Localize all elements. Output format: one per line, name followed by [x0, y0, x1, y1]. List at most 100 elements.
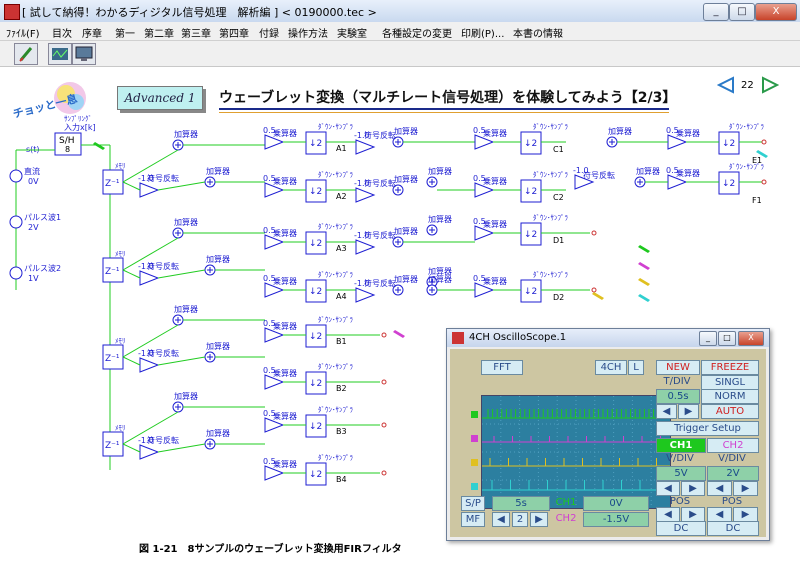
- downsampler-block-label: ↓2: [309, 422, 322, 432]
- ch1-pos-right-button[interactable]: ▶: [681, 507, 705, 522]
- tdiv-right-button[interactable]: ▶: [678, 404, 699, 419]
- multiplier-label-3: 乗算器: [676, 168, 700, 178]
- probe-icon: [393, 330, 405, 338]
- tdiv-value: 0.5s: [656, 389, 700, 404]
- freeze-button[interactable]: FREEZE: [701, 360, 759, 375]
- multiplier-label-2: 乗算器: [483, 276, 507, 286]
- ch2-pos-left-button[interactable]: ◀: [707, 507, 732, 522]
- node-label-A1: A1: [336, 144, 347, 153]
- time-right-button[interactable]: ▶: [530, 512, 548, 527]
- downsampler-label: ﾀﾞｳﾝ･ｻﾝﾌﾟﾗ: [318, 123, 353, 131]
- scope-close-button[interactable]: X: [738, 331, 764, 346]
- sp-button[interactable]: S/P: [461, 496, 485, 511]
- probe-icon: [638, 245, 650, 253]
- multiplier-label-2: 乗算器: [483, 219, 507, 229]
- l-button[interactable]: L: [628, 360, 644, 375]
- node-label-D1: D1: [553, 236, 564, 245]
- downsampler-label-2: ﾀﾞｳﾝ･ｻﾝﾌﾟﾗ: [533, 214, 568, 222]
- downsampler-block-label: ↓2: [309, 287, 322, 297]
- input-label: 入力x[k]: [64, 122, 96, 132]
- adder-label: 加算器: [174, 304, 198, 314]
- multiplier-label: 乗算器: [273, 128, 297, 138]
- scope-maximize-button[interactable]: □: [718, 331, 736, 346]
- downsampler-block-label: ↓2: [309, 470, 322, 480]
- ch2-pos-right-button[interactable]: ▶: [733, 507, 758, 522]
- node-label-C1: C1: [553, 145, 564, 154]
- inverter-triangle-2: [355, 239, 376, 255]
- memory-label: ﾒﾓﾘ: [115, 337, 126, 345]
- downsampler-label: ﾀﾞｳﾝ･ｻﾝﾌﾟﾗ: [318, 223, 353, 231]
- next-page-icon[interactable]: [761, 76, 779, 94]
- node-label-B4: B4: [336, 475, 347, 484]
- downsampler-label: ﾀﾞｳﾝ･ｻﾝﾌﾟﾗ: [318, 454, 353, 462]
- prev-page-icon[interactable]: [717, 76, 735, 94]
- new-button[interactable]: NEW: [656, 360, 700, 375]
- time-left-button[interactable]: ◀: [492, 512, 510, 527]
- oscilloscope-window[interactable]: 4CH OscilloScope.1 _ □ X FFT 4CH L NEW F…: [446, 328, 770, 541]
- downsampler-label: ﾀﾞｳﾝ･ｻﾝﾌﾟﾗ: [318, 406, 353, 414]
- 4ch-button[interactable]: 4CH: [595, 360, 627, 375]
- node-label-A2: A2: [336, 192, 347, 201]
- adder-label: 加算器: [174, 129, 198, 139]
- ch1-dc-button[interactable]: DC: [656, 521, 706, 536]
- memory-label: ﾒﾓﾘ: [115, 162, 126, 170]
- inverter-triangle: [139, 357, 160, 373]
- ch1-vdiv-right-button[interactable]: ▶: [681, 481, 705, 496]
- page-value: 2: [512, 512, 528, 527]
- downsampler-block-3-label: ↓2: [722, 179, 735, 189]
- downsampler-label: ﾀﾞｳﾝ･ｻﾝﾌﾟﾗ: [318, 171, 353, 179]
- fft-button[interactable]: FFT: [481, 360, 523, 375]
- inverter-triangle-2: [355, 187, 376, 203]
- ch4-marker: [471, 483, 478, 490]
- probe-icon: [93, 142, 105, 150]
- ch2-vdiv-label: V/DIV: [718, 453, 746, 464]
- single-button[interactable]: SINGL: [701, 375, 759, 390]
- auto-button[interactable]: AUTO: [701, 404, 759, 419]
- adder-label: 加算器: [206, 254, 230, 264]
- adder-label: 加算器: [206, 341, 230, 351]
- output-terminal: [761, 179, 767, 185]
- adder-label: 加算器: [206, 428, 230, 438]
- adder-label: 加算器: [608, 126, 632, 136]
- downsampler-label: ﾀﾞｳﾝ･ｻﾝﾌﾟﾗ: [318, 363, 353, 371]
- multiplier-label: 乗算器: [273, 411, 297, 421]
- trigger-setup-button[interactable]: Trigger Setup: [656, 421, 759, 436]
- output-terminal: [381, 332, 387, 338]
- downsampler-block-label: ↓2: [309, 187, 322, 197]
- sample-hold-rate: 8: [65, 145, 70, 154]
- node-label-B1: B1: [336, 337, 347, 346]
- node-label-E1: E1: [752, 156, 762, 165]
- norm-button[interactable]: NORM: [701, 389, 759, 404]
- output-terminal: [591, 287, 597, 293]
- adder-label: 加算器: [394, 126, 418, 136]
- source-value: 0V: [28, 177, 39, 186]
- memory-label: ﾒﾓﾘ: [115, 250, 126, 258]
- wire: [157, 443, 206, 453]
- node-label-C2: C2: [553, 193, 564, 202]
- wire: [122, 269, 141, 279]
- output-terminal: [591, 230, 597, 236]
- ch2-button[interactable]: CH2: [707, 438, 759, 453]
- wire: [122, 181, 141, 191]
- ch2-dc-button[interactable]: DC: [707, 521, 759, 536]
- delay-label: Z⁻¹: [105, 179, 120, 189]
- advanced-label: Advanced 1: [117, 86, 203, 110]
- scope-minimize-button[interactable]: _: [699, 331, 717, 346]
- ch1-vdiv-label: V/DIV: [666, 453, 694, 464]
- page-number: 22: [741, 80, 754, 91]
- output-terminal: [381, 379, 387, 385]
- ch2-vdiv-left-button[interactable]: ◀: [707, 481, 732, 496]
- wire: [157, 356, 206, 366]
- tdiv-left-button[interactable]: ◀: [656, 404, 677, 419]
- ch1-vdiv-left-button[interactable]: ◀: [656, 481, 680, 496]
- mf-button[interactable]: MF: [461, 512, 485, 527]
- inverter-label-2: 符号反転: [364, 278, 396, 288]
- downsampler-label-2: ﾀﾞｳﾝ･ｻﾝﾌﾟﾗ: [533, 123, 568, 131]
- ch2-vdiv-right-button[interactable]: ▶: [733, 481, 758, 496]
- inverter-triangle: [139, 270, 160, 286]
- source-value: 2V: [28, 223, 39, 232]
- ch1-button[interactable]: CH1: [656, 438, 706, 453]
- ch1-pos-left-button[interactable]: ◀: [656, 507, 680, 522]
- oscilloscope-panel: FFT 4CH L NEW FREEZE T/DIV 0.5s ◀ ▶ SING…: [450, 349, 766, 537]
- adder-label: 加算器: [174, 391, 198, 401]
